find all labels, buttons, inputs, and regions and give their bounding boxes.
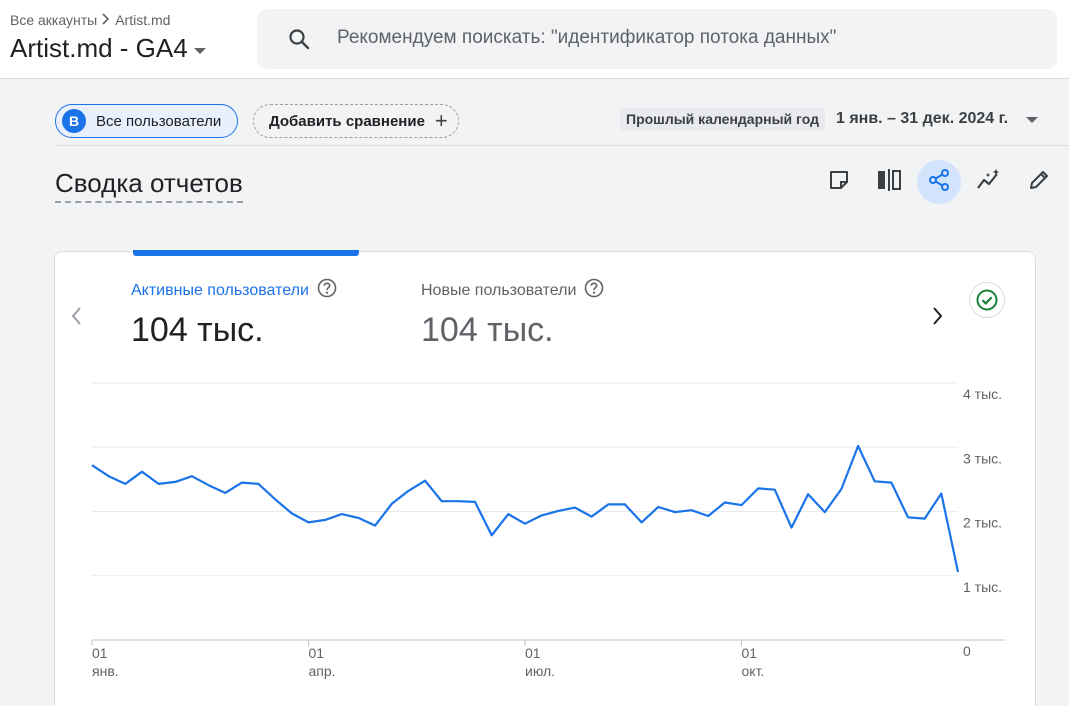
property-name: Artist.md - GA4	[10, 33, 188, 63]
plus-icon: +	[434, 108, 448, 133]
share-button[interactable]	[917, 160, 961, 204]
date-range-value: 1 янв. – 31 дек. 2024 г.	[835, 110, 1009, 127]
x-tick-day: 01	[92, 645, 108, 661]
segment-label: Все пользователи	[96, 112, 222, 130]
chevron-right-icon	[101, 12, 111, 28]
edit-button[interactable]	[1017, 160, 1061, 204]
search-box[interactable]: Рекомендуем поискать: "идентификатор пот…	[257, 9, 1057, 69]
y-tick-label: 0	[963, 643, 971, 659]
breadcrumb: Все аккаунты Artist.md	[10, 12, 170, 28]
add-comparison-label: Добавить сравнение	[269, 112, 425, 130]
compare-icon	[876, 168, 902, 197]
segment-chip[interactable]: B Все пользователи	[55, 104, 239, 138]
note-button[interactable]	[817, 160, 861, 204]
x-tick-day: 01	[742, 645, 758, 661]
edit-icon	[1027, 168, 1051, 197]
compare-button[interactable]	[867, 160, 911, 204]
x-tick-day: 01	[309, 645, 325, 661]
caret-down-icon	[1026, 117, 1039, 123]
search-placeholder: Рекомендуем поискать: "идентификатор пот…	[337, 27, 837, 48]
insights-button[interactable]	[967, 160, 1011, 204]
note-icon	[827, 168, 851, 197]
x-tick-month: янв.	[92, 663, 119, 679]
line-chart: 4 тыс. 3 тыс. 2 тыс. 1 тыс. 0 01 янв. 01 апр. 01 и…	[91, 382, 1005, 679]
insights-icon	[976, 168, 1002, 197]
share-icon	[927, 168, 951, 197]
add-comparison-button[interactable]: Добавить сравнение +	[253, 104, 459, 138]
y-tick-label: 3 тыс.	[963, 450, 1002, 466]
y-tick-label: 2 тыс.	[963, 515, 1002, 531]
top-bar: Все аккаунты Artist.md Artist.md - GA4 Р…	[0, 0, 1069, 79]
date-preset: Прошлый календарный год	[620, 108, 825, 130]
series-line-active-users	[91, 444, 960, 573]
filter-bar: B Все пользователи Добавить сравнение + …	[0, 80, 1069, 146]
breadcrumb-account[interactable]: Artist.md	[115, 12, 170, 28]
metrics-card: Активные пользователи 104 тыс. Новые пол…	[54, 250, 1036, 706]
y-tick-label: 1 тыс.	[963, 579, 1002, 595]
x-tick-month: окт.	[742, 663, 765, 679]
x-tick-month: июл.	[525, 663, 555, 679]
caret-down-icon	[193, 47, 206, 54]
divider	[55, 145, 1069, 146]
property-selector[interactable]: Artist.md - GA4	[10, 33, 206, 64]
page-title[interactable]: Сводка отчетов	[55, 168, 243, 203]
x-tick-month: апр.	[309, 663, 336, 679]
breadcrumb-all-accounts[interactable]: Все аккаунты	[10, 12, 97, 28]
x-tick-day: 01	[525, 645, 541, 661]
segment-letter: B	[62, 109, 86, 133]
search-icon	[287, 27, 311, 56]
date-range-picker[interactable]: Прошлый календарный год 1 янв. – 31 дек.…	[620, 108, 1039, 130]
y-tick-label: 4 тыс.	[963, 386, 1002, 402]
